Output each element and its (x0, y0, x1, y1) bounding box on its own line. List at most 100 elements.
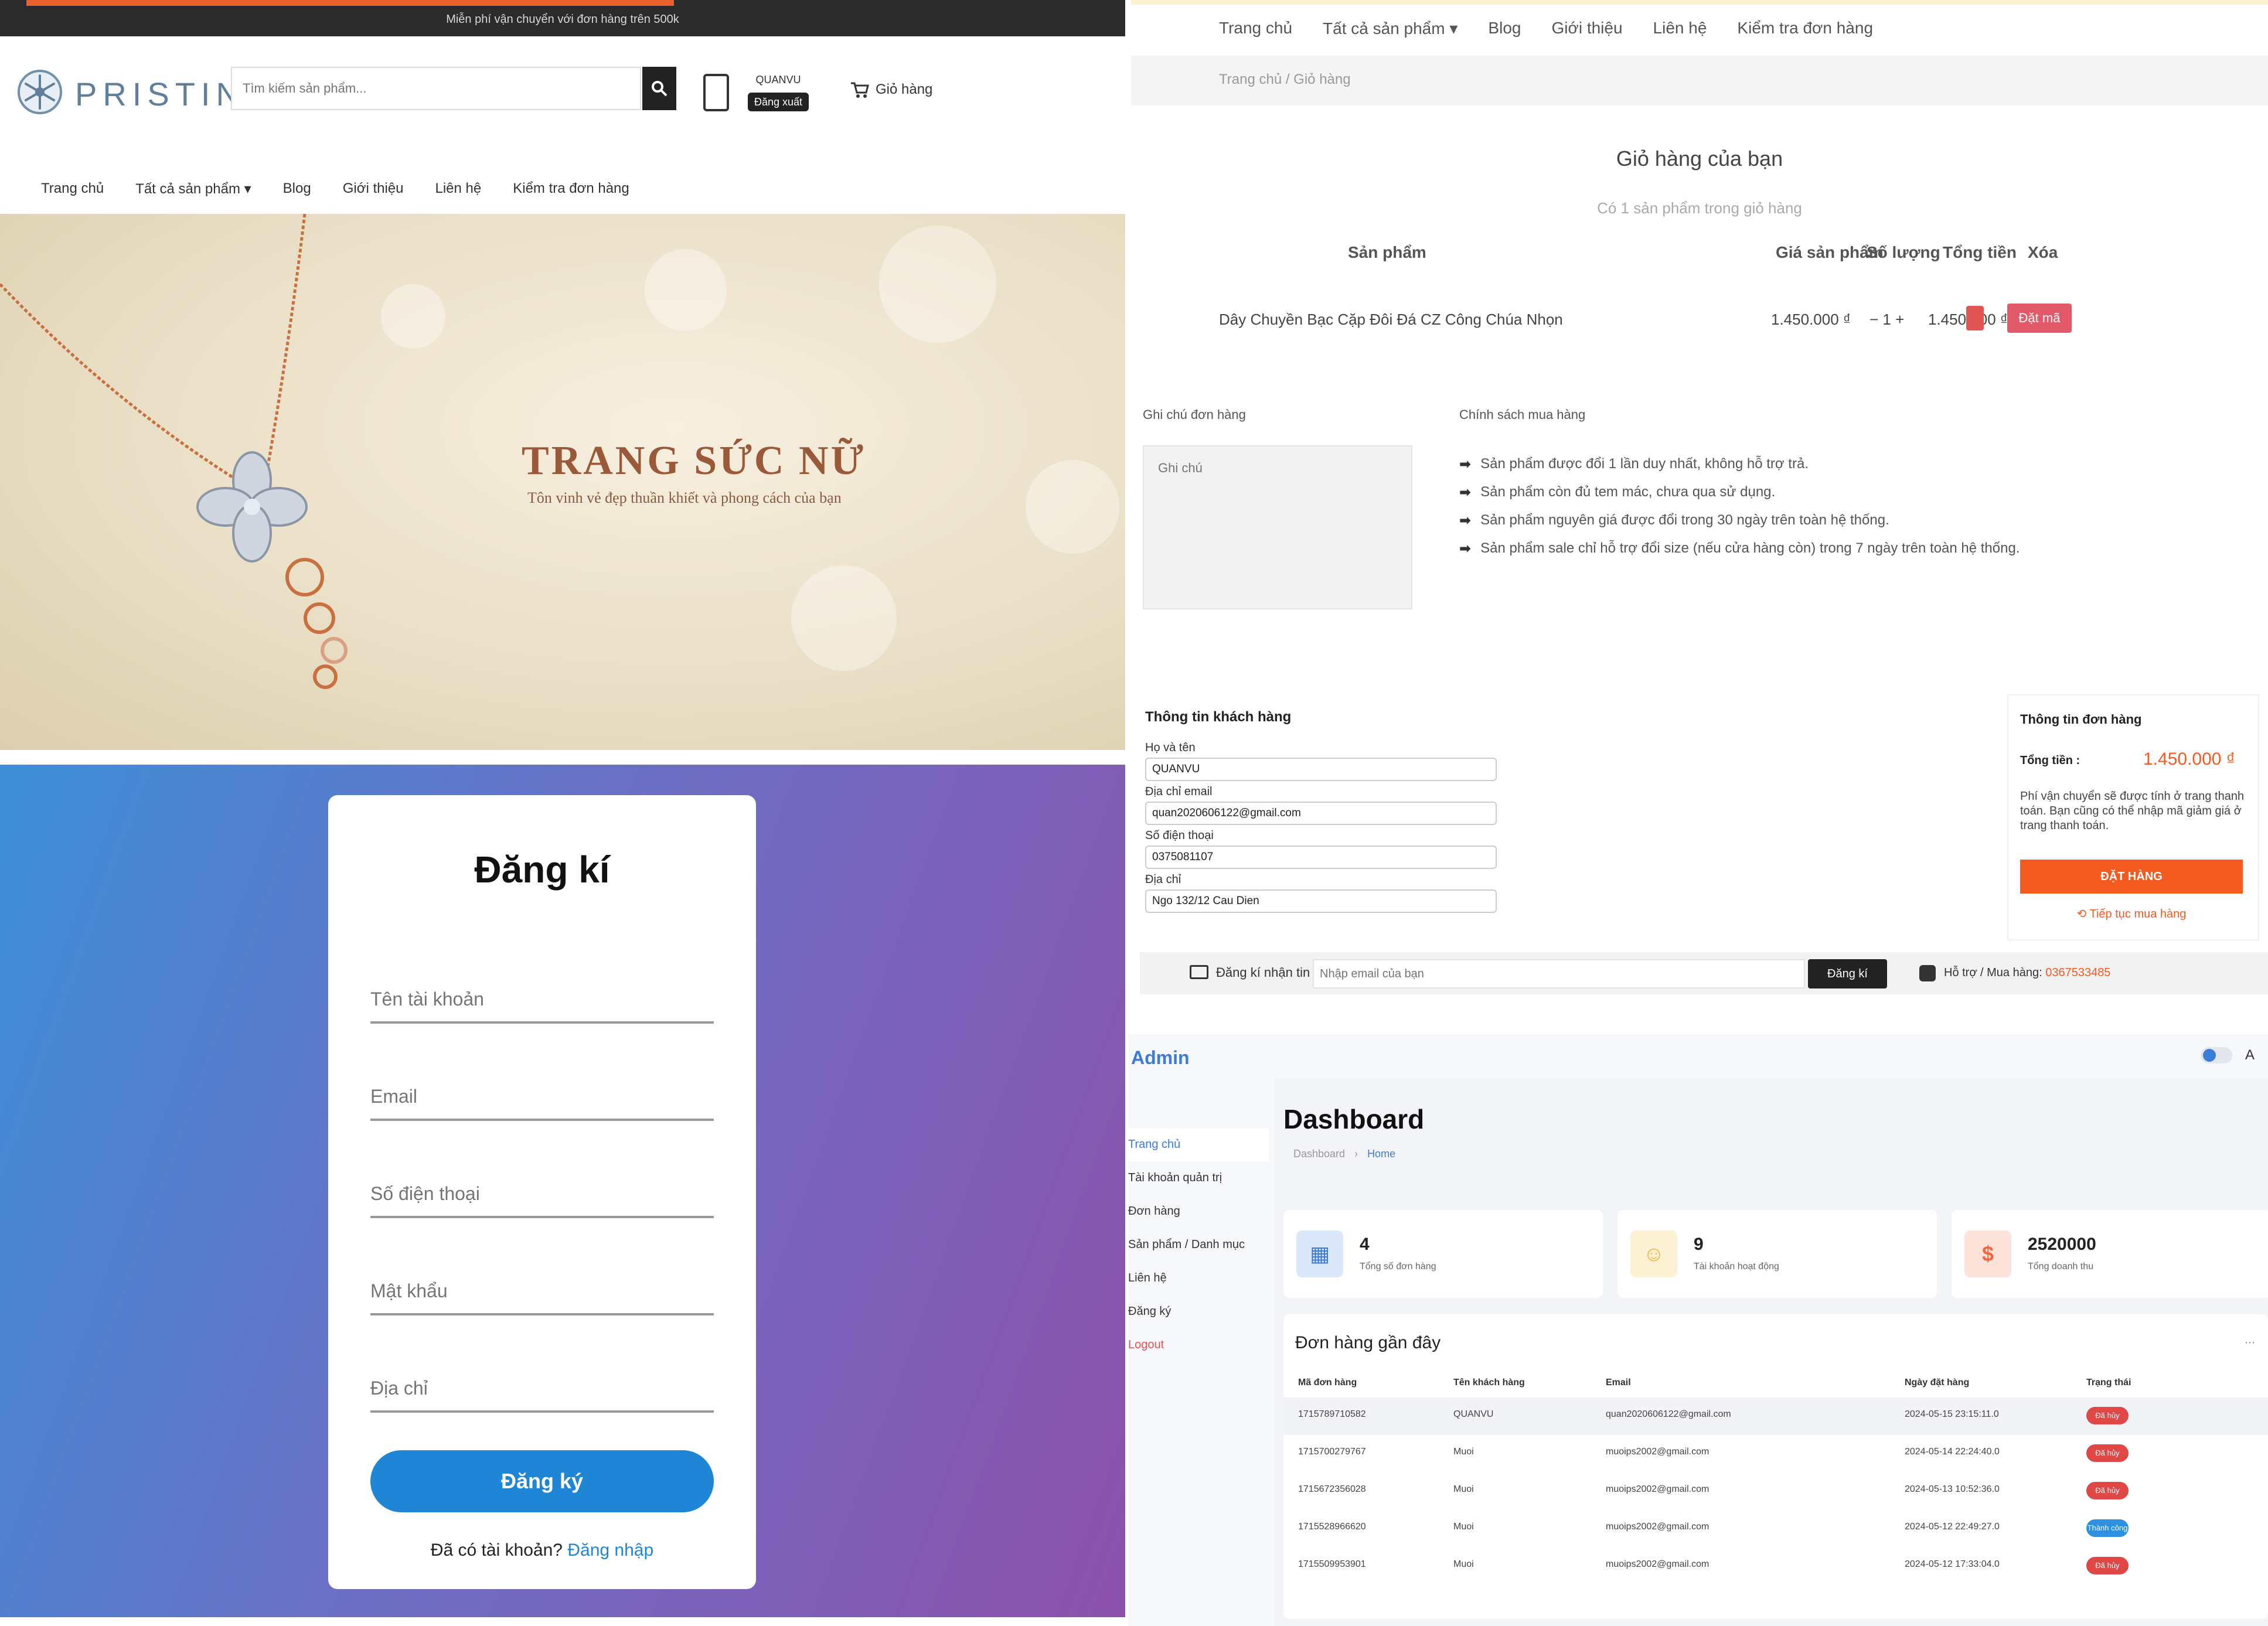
sidebar-item-registrations[interactable]: Đăng ký (1128, 1295, 1269, 1328)
sidebar-item-orders[interactable]: Đơn hàng (1128, 1195, 1269, 1228)
stat-value: 9 (1694, 1235, 1704, 1254)
policy-item: ➡ Sản phẩm còn đủ tem mác, chưa qua sử dụ… (1459, 478, 2020, 506)
col-product: Sản phẩm (1348, 243, 1426, 261)
sidebar-item-products[interactable]: Sản phẩm / Danh mục (1128, 1228, 1269, 1262)
stat-label: Tổng số đơn hàng (1360, 1262, 1436, 1272)
user-icon[interactable] (703, 74, 729, 111)
dollar-icon: $ (1964, 1230, 2011, 1277)
admin-brand[interactable]: Admin (1131, 1047, 1190, 1069)
cell-date: 2024-05-13 10:52:36.0 (1905, 1484, 2000, 1494)
address-input[interactable] (1146, 891, 1496, 912)
trash-icon[interactable] (1966, 306, 1984, 330)
email-input[interactable] (370, 1051, 714, 1119)
calendar-check-icon: ▦ (1296, 1230, 1343, 1277)
search-icon (652, 81, 668, 97)
nav-all-products[interactable]: Tất cả sản phẩm ▾ (1323, 19, 1457, 38)
cart-item-action[interactable]: Đặt mã (2007, 304, 2072, 333)
nav-blog[interactable]: Blog (1488, 19, 1521, 38)
nav-home[interactable]: Trang chủ (1219, 19, 1292, 38)
address-field[interactable] (1145, 889, 1497, 913)
recent-orders-title: Đơn hàng gần đây (1295, 1333, 1441, 1352)
cart-item-name[interactable]: Dây Chuyền Bạc Cặp Đôi Đá CZ Công Chúa N… (1219, 311, 1563, 329)
continue-shopping-link[interactable]: ⟲ Tiếp tục mua hàng (2020, 906, 2243, 921)
cell-name: Muoi (1453, 1447, 1474, 1457)
search-button[interactable] (642, 67, 676, 110)
phone-field[interactable] (370, 1148, 714, 1218)
phone-input[interactable] (1146, 847, 1496, 868)
password-field[interactable] (370, 1245, 714, 1315)
admin-avatar[interactable]: A (2245, 1047, 2255, 1063)
nav-blog[interactable]: Blog (283, 180, 311, 197)
table-row[interactable]: 1715509953901 Muoi muoips2002@gmail.com 202… (1283, 1547, 2268, 1585)
logout-button[interactable]: Đăng xuất (748, 93, 809, 111)
order-note-box[interactable] (1143, 445, 1412, 609)
nav-about[interactable]: Giới thiệu (343, 180, 404, 197)
sidebar-item-admin-accounts[interactable]: Tài khoản quản trị (1128, 1161, 1269, 1195)
breadcrumb[interactable]: Trang chủ / Giỏ hàng (1219, 71, 1351, 88)
policy-item: ➡ Sản phẩm sale chỉ hỗ trợ đổi size (nếu … (1459, 534, 2020, 563)
address-label: Địa chỉ (1145, 873, 1181, 886)
newsletter-subscribe-button[interactable]: Đăng kí (1808, 959, 1887, 988)
table-row[interactable]: 1715528966620 Muoi muoips2002@gmail.com 202… (1283, 1510, 2268, 1547)
breadcrumb: Dashboard › Home (1293, 1148, 1395, 1160)
support-phone[interactable]: 0367533485 (2045, 966, 2110, 979)
announcement-text: Miễn phí vận chuyển với đơn hàng trên 50… (446, 13, 679, 26)
newsletter-email-field[interactable] (1313, 959, 1805, 988)
address-input[interactable] (370, 1342, 714, 1410)
user-menu[interactable]: QUANVU Đăng xuất (748, 69, 809, 116)
quantity-stepper[interactable]: − 1 + (1869, 311, 1904, 329)
sidebar-item-logout[interactable]: Logout (1128, 1328, 1269, 1362)
nav-home[interactable]: Trang chủ (41, 180, 104, 197)
cell-date: 2024-05-12 22:49:27.0 (1905, 1522, 2000, 1532)
status-badge: Đã hủy (2086, 1407, 2129, 1424)
username-input[interactable] (370, 953, 714, 1021)
newsletter-email-input[interactable] (1314, 960, 1804, 987)
sidebar-item-contacts[interactable]: Liên hệ (1128, 1262, 1269, 1295)
password-input[interactable] (370, 1245, 714, 1313)
username-field[interactable] (370, 953, 714, 1024)
newsletter-label: Đăng kí nhận tin (1216, 965, 1310, 980)
nav-order-check[interactable]: Kiểm tra đơn hàng (513, 180, 629, 197)
cart-link[interactable]: Giỏ hàng (850, 81, 932, 98)
login-link[interactable]: Đăng nhập (567, 1540, 653, 1560)
crumb-dashboard[interactable]: Dashboard (1293, 1148, 1345, 1160)
stat-label: Tổng doanh thu (2028, 1262, 2094, 1272)
email-input[interactable] (1146, 803, 1496, 824)
nav-about[interactable]: Giới thiệu (1551, 19, 1622, 38)
login-prompt-text: Đã có tài khoản? (430, 1540, 563, 1560)
nav-order-check[interactable]: Kiểm tra đơn hàng (1737, 19, 1873, 38)
announcement-accent (26, 0, 674, 6)
phone-input[interactable] (370, 1148, 714, 1216)
search-box[interactable] (231, 67, 641, 110)
address-field[interactable] (370, 1342, 714, 1413)
search-input[interactable] (232, 68, 640, 109)
table-row[interactable]: 1715700279767 Muoi muoips2002@gmail.com 202… (1283, 1435, 2268, 1472)
nav-all-products[interactable]: Tất cả sản phẩm ▾ (135, 180, 251, 197)
stat-value: 4 (1360, 1235, 1370, 1254)
nav-contact[interactable]: Liên hệ (435, 180, 481, 197)
theme-toggle[interactable] (2201, 1047, 2232, 1063)
register-button[interactable]: Đăng ký (370, 1450, 714, 1512)
order-note-input[interactable] (1144, 446, 1411, 608)
nav-contact[interactable]: Liên hệ (1653, 19, 1707, 38)
hero-banner[interactable]: TRANG SỨC NỮ Tôn vinh vẻ đẹp thuần khiết… (0, 214, 1125, 750)
cell-id: 1715789710582 (1298, 1409, 1366, 1419)
table-row[interactable]: 1715672356028 Muoi muoips2002@gmail.com 202… (1283, 1472, 2268, 1510)
sidebar-item-home[interactable]: Trang chủ (1128, 1128, 1269, 1161)
more-options-icon[interactable]: ⋯ (2245, 1337, 2255, 1349)
stat-card-revenue[interactable]: $ 2520000 Tổng doanh thu (1952, 1210, 2268, 1298)
cart-icon (851, 82, 869, 98)
brand-logo-icon[interactable] (16, 61, 63, 123)
shipping-note: Phí vận chuyển sẽ được tính ở trang than… (2020, 790, 2245, 832)
place-order-button[interactable]: ĐẶT HÀNG (2020, 860, 2243, 894)
order-note-label: Ghi chú đơn hàng (1143, 407, 1246, 422)
email-field[interactable] (370, 1051, 714, 1121)
email-field[interactable] (1145, 802, 1497, 825)
crumb-home[interactable]: Home (1367, 1148, 1395, 1160)
table-row[interactable]: 1715789710582 QUANVU quan2020606122@gmail.… (1283, 1397, 2268, 1435)
fullname-input[interactable] (1146, 759, 1496, 780)
phone-field[interactable] (1145, 846, 1497, 869)
stat-card-accounts[interactable]: ☺ 9 Tài khoản hoạt động (1617, 1210, 1937, 1298)
stat-card-orders[interactable]: ▦ 4 Tổng số đơn hàng (1283, 1210, 1603, 1298)
fullname-field[interactable] (1145, 758, 1497, 781)
